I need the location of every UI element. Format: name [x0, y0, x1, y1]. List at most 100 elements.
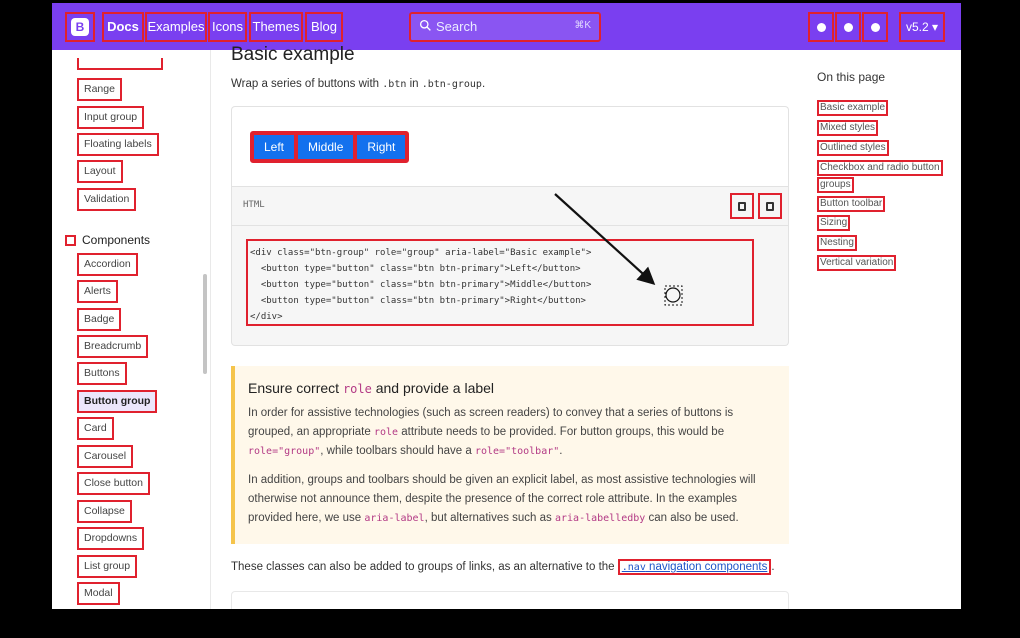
search-shortcut: ⌘K	[574, 20, 591, 31]
toc-outlined-styles[interactable]: Outlined styles	[817, 140, 889, 156]
intro-code-btn-group: .btn-group	[421, 79, 482, 90]
toc-checkbox-radio-groups[interactable]: groups	[817, 177, 854, 193]
sidebar-item-card[interactable]: Card	[77, 417, 114, 440]
sidebar-item-partial[interactable]	[77, 58, 163, 70]
sidebar-item-badge[interactable]: Badge	[77, 308, 122, 331]
callout-p1-code1: role	[373, 427, 399, 438]
callout-p2-code2: aria-labelledby	[554, 513, 646, 524]
bootstrap-logo[interactable]: B	[65, 12, 95, 42]
example-right-button[interactable]: Right	[355, 133, 408, 161]
sidebar-item-floating-labels[interactable]: Floating labels	[77, 133, 159, 156]
docs-sidebar: Range Input group Floating labels Layout…	[52, 50, 210, 609]
twitter-icon[interactable]	[835, 12, 861, 42]
code-line-3: <button type="button" class="btn btn-pri…	[250, 280, 592, 290]
sidebar-item-alerts[interactable]: Alerts	[77, 280, 118, 303]
nav-link-blog[interactable]: Blog	[305, 12, 343, 42]
version-dropdown[interactable]: v5.2 ▾	[899, 12, 945, 42]
edit-stackblitz-button[interactable]	[730, 193, 754, 219]
table-of-contents: On this page Basic example Mixed styles …	[817, 50, 957, 609]
sidebar-item-breadcrumb[interactable]: Breadcrumb	[77, 335, 149, 358]
sidebar-item-modal[interactable]: Modal	[77, 582, 120, 605]
version-label: v5.2	[905, 20, 929, 34]
callout-p1-code2: role="group"	[248, 446, 321, 457]
search-icon	[419, 19, 431, 31]
logo-mark: B	[71, 18, 89, 36]
callout-p1-code3: role="toolbar"	[474, 446, 560, 457]
stackblitz-icon	[738, 201, 746, 211]
toc-checkbox-radio[interactable]: Checkbox and radio button	[817, 160, 943, 176]
code-line-2: <button type="button" class="btn btn-pri…	[250, 264, 581, 274]
sidebar-item-dropdowns[interactable]: Dropdowns	[77, 527, 145, 550]
sidebar-item-input-group[interactable]: Input group	[77, 106, 145, 129]
callout-title-suffix: and provide a label	[371, 380, 495, 396]
sidebar-item-accordion[interactable]: Accordion	[77, 253, 138, 276]
callout-p1-d: .	[559, 445, 563, 457]
nav-components-link[interactable]: .nav navigation components	[617, 559, 772, 575]
footnote-end: .	[771, 561, 775, 573]
footnote-prefix: These classes can also be added to group…	[231, 561, 618, 573]
opencollective-icon[interactable]	[862, 12, 888, 42]
intro-text: Wrap a series of buttons with .btn in .b…	[231, 78, 485, 90]
toc-button-toolbar[interactable]: Button toolbar	[817, 196, 886, 212]
sidebar-scrollbar[interactable]	[203, 274, 207, 374]
search-placeholder: Search	[436, 19, 478, 34]
nav-link-docs[interactable]: Docs	[102, 12, 144, 42]
toc-title: On this page	[817, 70, 886, 84]
top-navbar: B Docs Examples Icons Themes Blog Search…	[52, 3, 961, 50]
sidebar-divider	[210, 50, 211, 609]
github-icon[interactable]	[808, 12, 834, 42]
search-input[interactable]: Search ⌘K	[409, 12, 601, 42]
sidebar-item-list-group[interactable]: List group	[77, 555, 138, 578]
code-line-4: <button type="button" class="btn btn-pri…	[250, 296, 586, 306]
intro-mid: in	[406, 78, 422, 90]
sidebar-item-collapse[interactable]: Collapse	[77, 500, 132, 523]
browser-viewport: B Docs Examples Icons Themes Blog Search…	[52, 3, 961, 609]
intro-code-btn: .btn	[382, 79, 407, 90]
code-language-label: HTML	[243, 200, 265, 210]
code-line-1: <div class="btn-group" role="group" aria…	[250, 248, 592, 258]
example-left-button[interactable]: Left	[252, 133, 297, 161]
footnote-text: These classes can also be added to group…	[231, 559, 775, 575]
callout-p2-b: , but alternatives such as	[424, 512, 555, 524]
sidebar-item-buttons[interactable]: Buttons	[77, 362, 127, 385]
intro-suffix: .	[481, 78, 486, 90]
copy-code-button[interactable]	[758, 193, 782, 219]
sidebar-item-validation[interactable]: Validation	[77, 188, 137, 211]
toc-nesting[interactable]: Nesting	[817, 235, 857, 251]
main-content: Basic example Wrap a series of buttons w…	[231, 44, 791, 609]
sidebar-section-label: Components	[82, 233, 151, 247]
code-block: <div class="btn-group" role="group" aria…	[231, 226, 789, 346]
accessibility-callout: Ensure correct role and provide a label …	[231, 366, 789, 544]
toc-mixed-styles[interactable]: Mixed styles	[817, 120, 879, 136]
toc-vertical-variation[interactable]: Vertical variation	[817, 255, 897, 271]
intro-prefix: Wrap a series of buttons with	[231, 78, 383, 90]
callout-p2-c: can also be used.	[645, 512, 739, 524]
code-header: HTML	[231, 186, 789, 226]
clipboard-icon	[766, 201, 774, 211]
nav-link-examples[interactable]: Examples	[145, 12, 207, 42]
callout-title: Ensure correct role and provide a label	[248, 380, 775, 396]
code-line-5: </div>	[250, 312, 283, 322]
example-middle-button[interactable]: Middle	[296, 133, 356, 161]
callout-paragraph-2: In addition, groups and toolbars should …	[248, 471, 775, 528]
nav-link-text: navigation components	[645, 561, 768, 573]
sidebar-item-layout[interactable]: Layout	[77, 160, 123, 183]
callout-p1-c: , while toolbars should have a	[320, 445, 475, 457]
nav-link-themes[interactable]: Themes	[249, 12, 303, 42]
toc-basic-example[interactable]: Basic example	[817, 100, 889, 116]
sidebar-item-range[interactable]: Range	[77, 78, 122, 101]
callout-title-prefix: Ensure correct	[248, 380, 343, 396]
callout-title-code: role	[342, 382, 372, 396]
nav-link-code: .nav	[621, 562, 646, 573]
nav-link-icons[interactable]: Icons	[208, 12, 247, 42]
sidebar-item-close-button[interactable]: Close button	[77, 472, 150, 495]
code-snippet[interactable]: <div class="btn-group" role="group" aria…	[246, 239, 754, 326]
sidebar-item-button-group[interactable]: Button group	[77, 390, 158, 413]
sidebar-item-carousel[interactable]: Carousel	[77, 445, 134, 468]
toc-sizing[interactable]: Sizing	[817, 215, 851, 231]
next-example-preview	[231, 591, 789, 609]
sidebar-section-components[interactable]: Components	[65, 233, 150, 247]
example-button-group: Left Middle Right	[250, 131, 410, 163]
callout-paragraph-1: In order for assistive technologies (suc…	[248, 404, 775, 461]
callout-p1-b: attribute needs to be provided. For butt…	[398, 426, 725, 438]
